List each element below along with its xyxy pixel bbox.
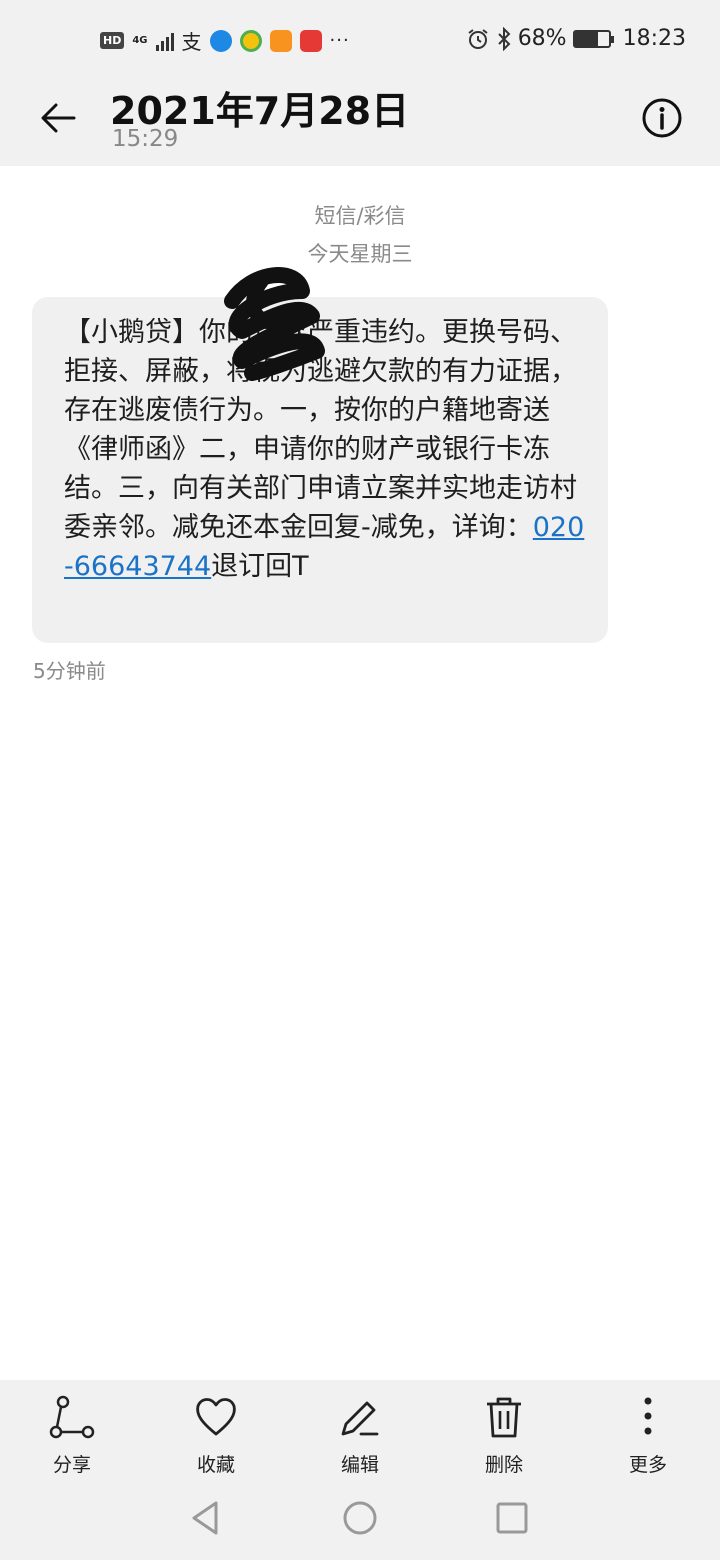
trash-icon <box>487 1397 521 1438</box>
alarm-icon <box>468 28 488 49</box>
info-icon[interactable] <box>640 96 684 140</box>
more-button[interactable]: 更多 <box>598 1394 698 1484</box>
message-sender: 【小鹅贷】 <box>64 317 199 348</box>
message-timestamp: 5分钟前 <box>33 659 106 683</box>
network-type: 4G <box>132 34 148 46</box>
status-left: HD 4G 支 ··· <box>100 26 350 55</box>
browser-app-icon <box>209 29 232 52</box>
channel-label: 短信/彩信 <box>314 204 406 228</box>
message-body: 【小鹅贷】你的借款严重违约。更换号码、拒接、屏蔽，将视为逃避欠款的有力证据，存在… <box>64 313 588 586</box>
delete-button[interactable]: 删除 <box>454 1394 554 1484</box>
clock: 18:23 <box>622 26 686 51</box>
alipay-icon: 支 <box>181 30 202 54</box>
back-arrow-icon[interactable] <box>36 96 80 140</box>
share-label: 分享 <box>52 1454 91 1476</box>
edit-label: 编辑 <box>340 1454 379 1476</box>
favorite-label: 收藏 <box>196 1454 235 1476</box>
signal-icon <box>155 31 174 51</box>
more-label: 更多 <box>628 1454 667 1476</box>
status-bar: HD 4G 支 ··· 68% 18:23 <box>0 0 720 84</box>
nav-recents-icon[interactable] <box>492 1498 532 1538</box>
message-bubble[interactable]: 【小鹅贷】你的借款严重违约。更换号码、拒接、屏蔽，将视为逃避欠款的有力证据，存在… <box>32 267 608 643</box>
battery-percent: 68% <box>517 26 567 51</box>
more-vertical-icon <box>644 1397 652 1435</box>
conversation-header: 2021年7月28日 15:29 <box>0 84 720 166</box>
delete-label: 删除 <box>484 1454 523 1476</box>
share-button[interactable]: 分享 <box>22 1394 122 1484</box>
bluetooth-icon <box>497 26 511 51</box>
message-text: 你的借款严重违约。更换号码、拒接、屏蔽，将视为逃避欠款的有力证据，存在逃废债行为… <box>64 317 577 543</box>
status-right: 68% 18:23 <box>466 26 686 51</box>
battery-fill <box>574 31 598 46</box>
unsubscribe-text: 退订回T <box>211 551 309 582</box>
bottom-toolbar: 分享 收藏 编辑 删除 更多 <box>0 1380 720 1560</box>
green-app-icon <box>239 29 262 52</box>
battery-icon <box>572 29 614 48</box>
hd-badge: HD <box>100 32 125 49</box>
pen-icon <box>341 1401 379 1436</box>
uc-browser-icon <box>269 29 292 52</box>
more-notifications-icon: ··· <box>329 30 350 51</box>
nav-home-icon[interactable] <box>340 1498 380 1538</box>
nav-back-icon[interactable] <box>186 1498 226 1538</box>
share-icon <box>49 1395 95 1439</box>
red-app-icon <box>299 29 322 52</box>
page-subtitle: 15:29 <box>112 126 179 152</box>
favorite-button[interactable]: 收藏 <box>166 1394 266 1484</box>
system-nav-bar <box>0 1480 720 1560</box>
heart-icon <box>196 1398 236 1436</box>
day-divider: 今天星期三 <box>307 242 413 266</box>
edit-button[interactable]: 编辑 <box>310 1394 410 1484</box>
